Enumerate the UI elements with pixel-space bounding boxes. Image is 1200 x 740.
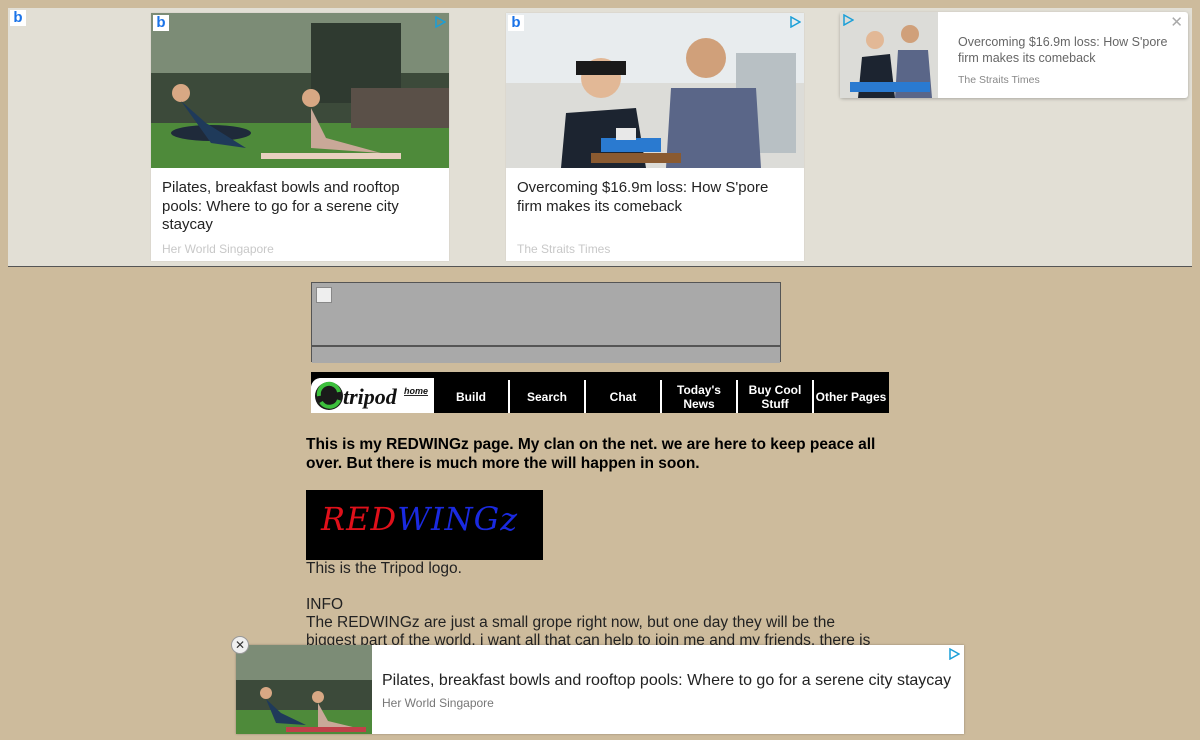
bottom-ad-source: Her World Singapore [382, 696, 494, 710]
tripod-logo-sub: home [404, 386, 428, 396]
intro-text: This is my REDWINGz page. My clan on the… [306, 436, 876, 472]
ad-card-comeback[interactable]: b Overcoming $16.9m loss: How S'pore fir… [506, 13, 804, 261]
ad-side-card[interactable]: Overcoming $16.9m loss: How S'pore firm … [840, 12, 1188, 98]
info-heading: INFO [306, 596, 344, 613]
banner-lower-bar [312, 345, 780, 363]
bottom-ad-title[interactable]: Pilates, breakfast bowls and rooftop poo… [382, 672, 951, 690]
broken-image-icon [316, 287, 332, 303]
bing-icon[interactable]: b [508, 15, 524, 31]
ad-image-yoga-small[interactable] [236, 645, 372, 734]
ad-image-businessmen-small[interactable] [840, 12, 938, 98]
nav-chat[interactable]: Chat [584, 380, 660, 413]
ad-side-source: The Straits Times [958, 74, 1040, 86]
ad-card-title[interactable]: Pilates, breakfast bowls and rooftop poo… [162, 179, 442, 235]
ad-image-businessmen[interactable] [506, 13, 804, 168]
adchoices-icon[interactable] [842, 14, 854, 26]
ad-card-staycay[interactable]: b Pilates, breakfast bowls and rooftop p… [151, 13, 449, 261]
close-icon[interactable]: ✕ [231, 636, 249, 654]
bing-icon[interactable]: b [10, 10, 26, 26]
bing-icon[interactable]: b [153, 15, 169, 31]
adchoices-icon[interactable] [434, 16, 446, 28]
redwingz-logo: REDWINGz [306, 490, 543, 560]
logo-blue-text: WINGz [397, 500, 519, 538]
banner-ad-placeholder[interactable] [311, 282, 781, 363]
nav-other-pages[interactable]: Other Pages [812, 380, 888, 413]
adchoices-icon[interactable] [948, 648, 960, 660]
ad-card-title[interactable]: Overcoming $16.9m loss: How S'pore firm … [517, 179, 797, 216]
ad-image-yoga[interactable] [151, 13, 449, 168]
ad-card-source: Her World Singapore [162, 242, 274, 256]
logo-red-text: RED [321, 500, 398, 538]
nav-buy-cool-stuff[interactable]: Buy Cool Stuff [736, 380, 812, 413]
ad-card-source: The Straits Times [517, 242, 611, 256]
nav-build[interactable]: Build [432, 380, 508, 413]
top-ad-strip: b b Pilates, breakfast bowls and rooftop… [8, 8, 1192, 267]
tripod-logo-text: tripod [343, 384, 398, 409]
nav-todays-news[interactable]: Today's News [660, 380, 736, 413]
adchoices-icon[interactable] [789, 16, 801, 28]
tripod-nav-bar: tripod home Build Search Chat Today's Ne… [311, 372, 889, 413]
bottom-anchor-ad[interactable]: Pilates, breakfast bowls and rooftop poo… [236, 645, 964, 734]
nav-search[interactable]: Search [508, 380, 584, 413]
close-icon[interactable]: ✕ [1170, 13, 1183, 31]
ad-side-title[interactable]: Overcoming $16.9m loss: How S'pore firm … [958, 34, 1168, 66]
logo-caption: This is the Tripod logo. [306, 560, 462, 577]
info-line-1: The REDWINGz are just a small grope righ… [306, 614, 835, 631]
tripod-home-logo[interactable]: tripod home [311, 378, 434, 413]
